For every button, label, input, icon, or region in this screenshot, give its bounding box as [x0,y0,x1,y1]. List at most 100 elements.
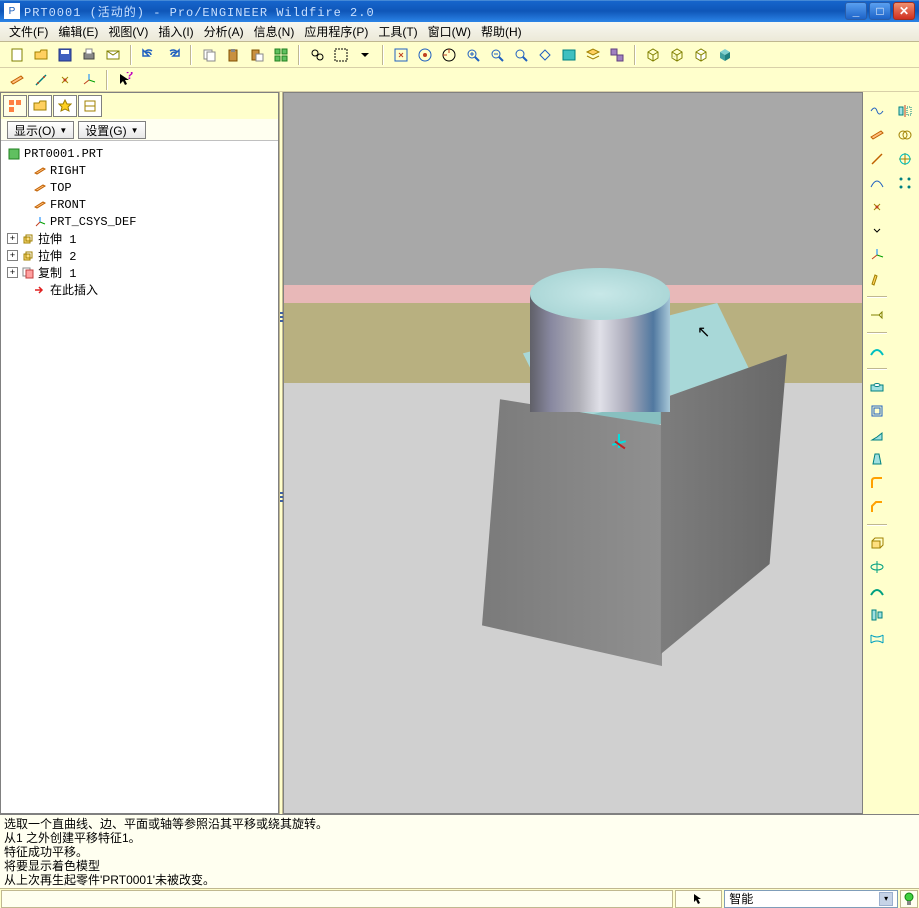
tree-display-button[interactable]: 显示(O)▼ [7,121,74,139]
redo-button[interactable] [162,44,184,66]
save-button[interactable] [54,44,76,66]
tree-item-csys[interactable]: PRT_CSYS_DEF [3,213,276,230]
datum-curve-button[interactable] [866,172,888,194]
maximize-button[interactable]: □ [869,2,891,20]
paste-button[interactable] [222,44,244,66]
annotation-button[interactable] [866,304,888,326]
draft-button[interactable] [866,448,888,470]
new-button[interactable] [6,44,28,66]
email-button[interactable] [102,44,124,66]
view-mgr-button[interactable] [606,44,628,66]
menu-edit[interactable]: 编辑(E) [53,22,103,41]
datum-axis-toggle[interactable] [30,69,52,91]
wireframe-button[interactable] [642,44,664,66]
zoom-fit-button[interactable] [510,44,532,66]
menu-file[interactable]: 文件(F) [4,22,53,41]
expand-icon[interactable]: + [7,250,18,261]
menu-help[interactable]: 帮助(H) [476,22,527,41]
saved-view-button[interactable] [558,44,580,66]
regen-button[interactable] [270,44,292,66]
style-button[interactable] [866,340,888,362]
datum-point-button[interactable] [866,196,888,218]
select-dropdown-button[interactable] [354,44,376,66]
hidden-line-button[interactable] [666,44,688,66]
tree-item-right[interactable]: RIGHT [3,162,276,179]
datum-csys-toggle[interactable] [78,69,100,91]
status-message [1,890,673,908]
tab-connections[interactable] [78,95,102,117]
expand-icon[interactable]: + [7,267,18,278]
tree-settings-button[interactable]: 设置(G)▼ [78,121,145,139]
rib-button[interactable] [866,424,888,446]
tree-item-copy1[interactable]: + 复制 1 [3,264,276,281]
pattern-button[interactable] [894,172,916,194]
minimize-button[interactable]: _ [845,2,867,20]
tab-model-tree[interactable] [3,95,27,117]
mirror-button[interactable] [894,100,916,122]
merge-button[interactable] [894,124,916,146]
zoom-out-button[interactable] [486,44,508,66]
sweep-button[interactable] [866,580,888,602]
revolve-button[interactable] [866,556,888,578]
tree-item-extrude2[interactable]: + 拉伸 2 [3,247,276,264]
layers-button[interactable] [582,44,604,66]
shaded-button[interactable] [714,44,736,66]
repaint-button[interactable] [390,44,412,66]
select-box-button[interactable] [330,44,352,66]
menu-tools[interactable]: 工具(T) [373,22,422,41]
spin-center-button[interactable] [414,44,436,66]
tree-item-top[interactable]: TOP [3,179,276,196]
no-hidden-button[interactable] [690,44,712,66]
datum-point-dropdown[interactable] [872,220,882,242]
chamfer-button[interactable] [866,496,888,518]
menu-app[interactable]: 应用程序(P) [299,22,373,41]
datum-plane-toggle[interactable] [6,69,28,91]
help-pointer-button[interactable]: ? [114,69,136,91]
blend-button[interactable] [866,604,888,626]
open-button[interactable] [30,44,52,66]
datum-point-toggle[interactable] [54,69,76,91]
datum-axis-button[interactable] [866,148,888,170]
status-indicator[interactable] [900,890,918,908]
reorient-button[interactable] [534,44,556,66]
undo-button[interactable] [138,44,160,66]
orient-button[interactable] [438,44,460,66]
selection-filter-combo[interactable]: 智能 ▾ [724,890,898,908]
paste-special-button[interactable] [246,44,268,66]
tab-folder-browser[interactable] [28,95,52,117]
tree-item-label: 拉伸 1 [38,230,76,247]
tree-root[interactable]: PRT0001.PRT [3,145,276,162]
copy-button[interactable] [198,44,220,66]
datum-csys-button[interactable] [866,244,888,266]
model-tree[interactable]: PRT0001.PRT RIGHT TOP FRONT PRT_CSYS_DEF… [1,141,278,813]
menu-window[interactable]: 窗口(W) [423,22,476,41]
round-button[interactable] [866,472,888,494]
left-tabs [1,93,278,119]
menu-analyze[interactable]: 分析(A) [199,22,249,41]
status-selection-filter-icon[interactable] [675,890,722,908]
menu-info[interactable]: 信息(N) [249,22,300,41]
tree-item-front[interactable]: FRONT [3,196,276,213]
sketch-line-button[interactable] [866,100,888,122]
hole-button[interactable] [866,376,888,398]
boundary-button[interactable] [866,628,888,650]
zoom-in-button[interactable] [462,44,484,66]
datum-plane-button[interactable] [866,124,888,146]
shell-button[interactable] [866,400,888,422]
3d-viewport[interactable]: ↖ [283,92,863,814]
expand-icon[interactable]: + [7,233,18,244]
extrude-button[interactable] [866,532,888,554]
close-button[interactable]: ✕ [893,2,915,20]
tree-item-extrude1[interactable]: + 拉伸 1 [3,230,276,247]
part-icon [7,147,21,161]
menu-view[interactable]: 视图(V) [103,22,153,41]
find-button[interactable] [306,44,328,66]
print-button[interactable] [78,44,100,66]
right-toolbars [863,92,919,814]
trim-button[interactable] [894,148,916,170]
menu-insert[interactable]: 插入(I) [153,22,198,41]
selection-filter-value: 智能 [729,890,753,907]
tree-item-insert-here[interactable]: 在此插入 [3,281,276,298]
tab-favorites[interactable] [53,95,77,117]
sketch-tool-button[interactable] [866,268,888,290]
